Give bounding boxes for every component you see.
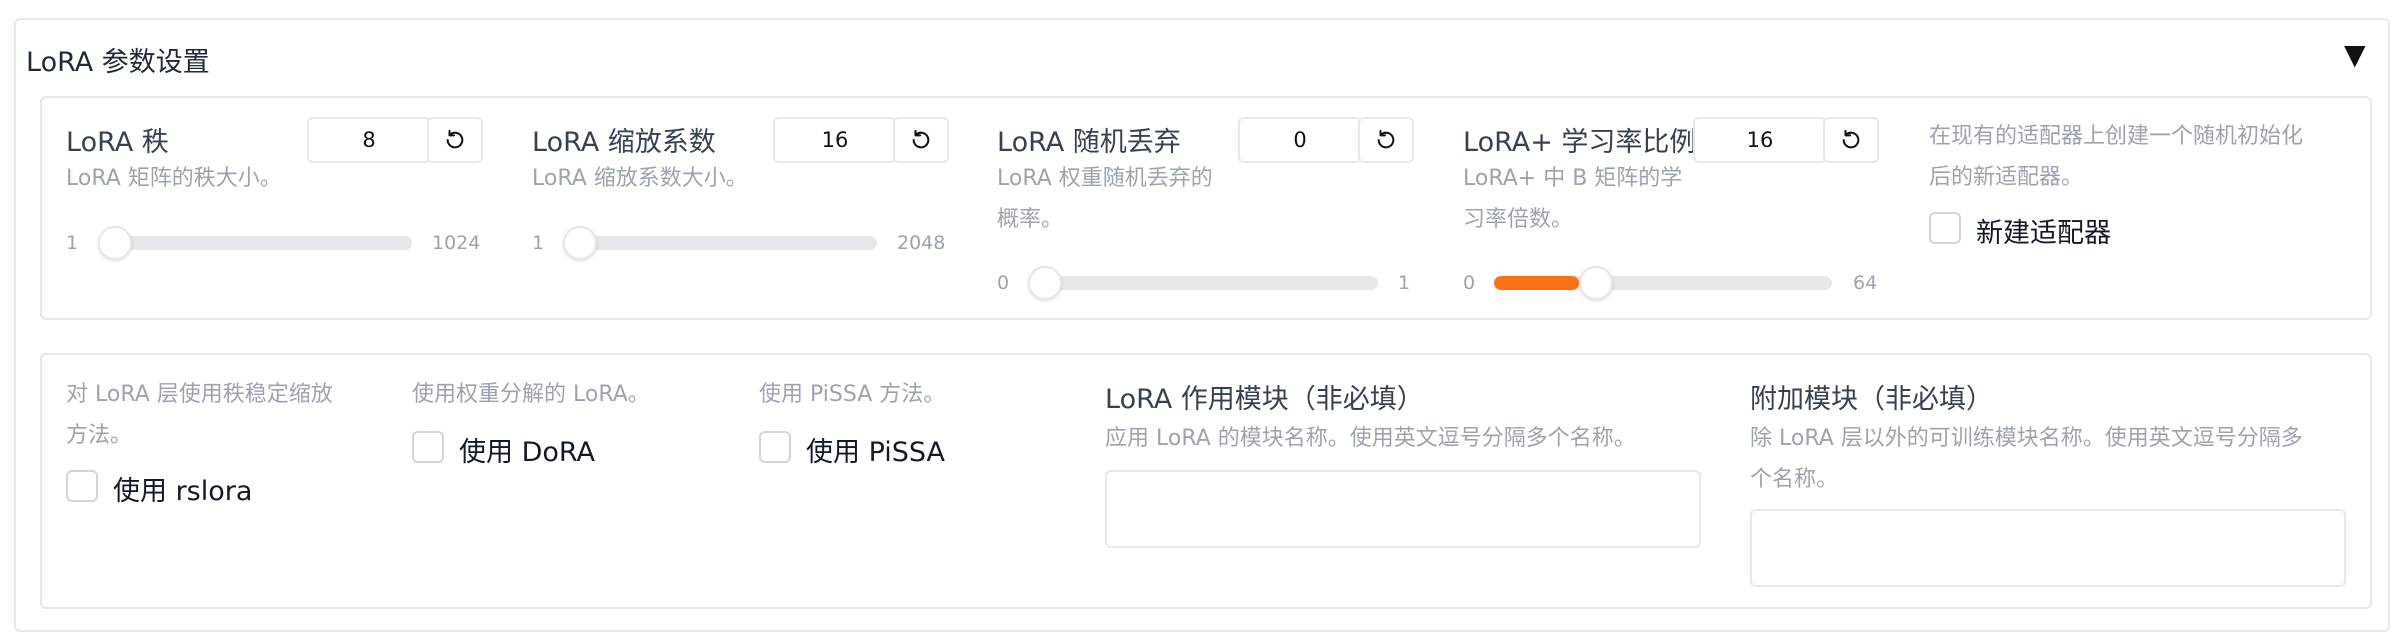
- lora-dropout-info: LoRA 权重随机丢弃的 概率。: [997, 166, 1213, 232]
- additional-target-label: 附加模块（非必填）: [1750, 384, 1993, 415]
- triangle-down-icon[interactable]: ▼: [2344, 38, 2366, 71]
- pissa-info: 使用 PiSSA 方法。: [759, 382, 946, 407]
- loraplus-ratio-fill: [1494, 276, 1579, 290]
- lora-dropout-label: LoRA 随机丢弃: [997, 127, 1181, 158]
- lora-rank-info: LoRA 矩阵的秩大小。: [66, 166, 282, 191]
- loraplus-ratio-info: LoRA+ 中 B 矩阵的学 习率倍数。: [1463, 166, 1683, 232]
- lora-rank-max: 1024: [432, 232, 481, 254]
- use-rslora-label[interactable]: 使用 rslora: [113, 469, 252, 508]
- use-rslora-checkbox[interactable]: [66, 470, 98, 502]
- use-dora-checkbox[interactable]: [412, 431, 444, 463]
- use-pissa-checkbox[interactable]: [759, 431, 791, 463]
- lora-rank-input[interactable]: 8: [307, 117, 431, 163]
- lora-rank-track[interactable]: [98, 236, 412, 250]
- lora-rank-reset-button[interactable]: [427, 117, 483, 163]
- reset-icon: [912, 129, 930, 149]
- loraplus-ratio-reset-button[interactable]: [1823, 117, 1879, 163]
- reset-icon: [1377, 129, 1395, 149]
- create-new-adapter-checkbox[interactable]: [1929, 212, 1961, 244]
- lora-target-textbox[interactable]: [1105, 470, 1701, 548]
- lora-alpha-min: 1: [532, 232, 545, 254]
- loraplus-ratio-label: LoRA+ 学习率比例: [1463, 127, 1697, 158]
- lora-alpha-label: LoRA 缩放系数: [532, 127, 716, 158]
- lora-rank-min: 1: [66, 232, 79, 254]
- lora-dropout-track[interactable]: [1028, 276, 1378, 290]
- create-new-adapter-info: 在现有的适配器上创建一个随机初始化 后的新适配器。: [1929, 124, 2304, 190]
- use-dora-label[interactable]: 使用 DoRA: [459, 430, 595, 469]
- use-pissa-label[interactable]: 使用 PiSSA: [806, 430, 945, 469]
- accordion-title[interactable]: LoRA 参数设置: [26, 40, 210, 79]
- lora-dropout-thumb[interactable]: [1028, 266, 1062, 300]
- create-new-adapter-label[interactable]: 新建适配器: [1976, 211, 2111, 250]
- lora-dropout-input[interactable]: 0: [1238, 117, 1362, 163]
- lora-rank-label: LoRA 秩: [66, 127, 169, 158]
- lora-rank-thumb[interactable]: [98, 226, 132, 260]
- lora-dropout-min: 0: [997, 272, 1010, 294]
- lora-alpha-input[interactable]: 16: [773, 117, 897, 163]
- rslora-info: 对 LoRA 层使用秩稳定缩放 方法。: [66, 382, 333, 448]
- lora-alpha-track[interactable]: [563, 236, 877, 250]
- loraplus-ratio-input[interactable]: 16: [1693, 117, 1827, 163]
- reset-icon: [1842, 129, 1860, 149]
- additional-target-info: 除 LoRA 层以外的可训练模块名称。使用英文逗号分隔多 个名称。: [1750, 426, 2303, 492]
- lora-alpha-thumb[interactable]: [563, 226, 597, 260]
- lora-target-label: LoRA 作用模块（非必填）: [1105, 384, 1424, 415]
- lora-alpha-max: 2048: [897, 232, 946, 254]
- reset-icon: [446, 129, 464, 149]
- loraplus-ratio-track[interactable]: [1494, 276, 1832, 290]
- lora-target-info: 应用 LoRA 的模块名称。使用英文逗号分隔多个名称。: [1105, 426, 1636, 451]
- lora-dropout-max: 1: [1398, 272, 1411, 294]
- loraplus-ratio-max: 64: [1853, 272, 1878, 294]
- loraplus-ratio-thumb[interactable]: [1578, 266, 1613, 300]
- dora-info: 使用权重分解的 LoRA。: [412, 382, 650, 407]
- loraplus-ratio-min: 0: [1463, 272, 1476, 294]
- lora-alpha-info: LoRA 缩放系数大小。: [532, 166, 748, 191]
- lora-alpha-reset-button[interactable]: [893, 117, 949, 163]
- additional-target-textbox[interactable]: [1750, 509, 2346, 587]
- lora-dropout-reset-button[interactable]: [1358, 117, 1414, 163]
